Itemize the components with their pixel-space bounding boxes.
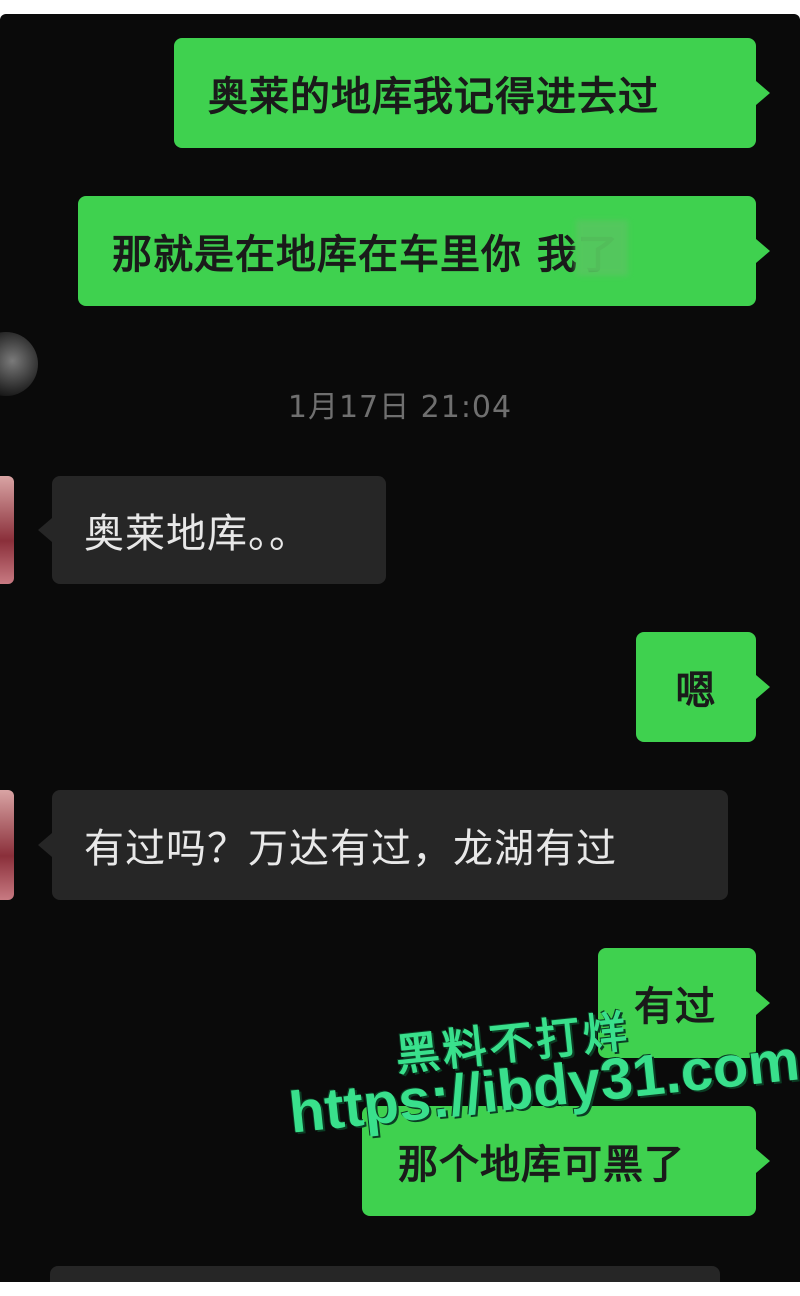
message-text: 嗯 [675, 668, 717, 714]
message-text: 那个地库可黑了 [398, 1142, 685, 1188]
contact-avatar[interactable] [0, 790, 14, 900]
message-timestamp: 1月17日 21:04 [287, 390, 513, 425]
incoming-message-bubble[interactable]: 有过吗？万达有过，龙湖有过 [38, 790, 728, 900]
incoming-message-bubble[interactable]: 奥莱地库。。 [38, 476, 386, 584]
outgoing-message-bubble[interactable]: 奥莱的地库我记得进去过 [174, 38, 770, 148]
message-text: 那就是在地库在车里你 我了 [112, 232, 619, 278]
message-text: 奥莱地库。。 [84, 511, 310, 557]
outgoing-message-bubble[interactable]: 那就是在地库在车里你 我了 [78, 196, 770, 306]
contact-avatar[interactable] [0, 476, 14, 584]
message-text: 奥莱的地库我记得进去过 [208, 74, 659, 120]
redaction-mosaic [576, 220, 628, 276]
outgoing-message-bubble[interactable]: 嗯 [636, 632, 770, 742]
message-text: 有过 [634, 984, 716, 1030]
incoming-message-bubble-partial[interactable] [50, 1266, 720, 1282]
message-text: 有过吗？万达有过，龙湖有过 [84, 826, 617, 872]
